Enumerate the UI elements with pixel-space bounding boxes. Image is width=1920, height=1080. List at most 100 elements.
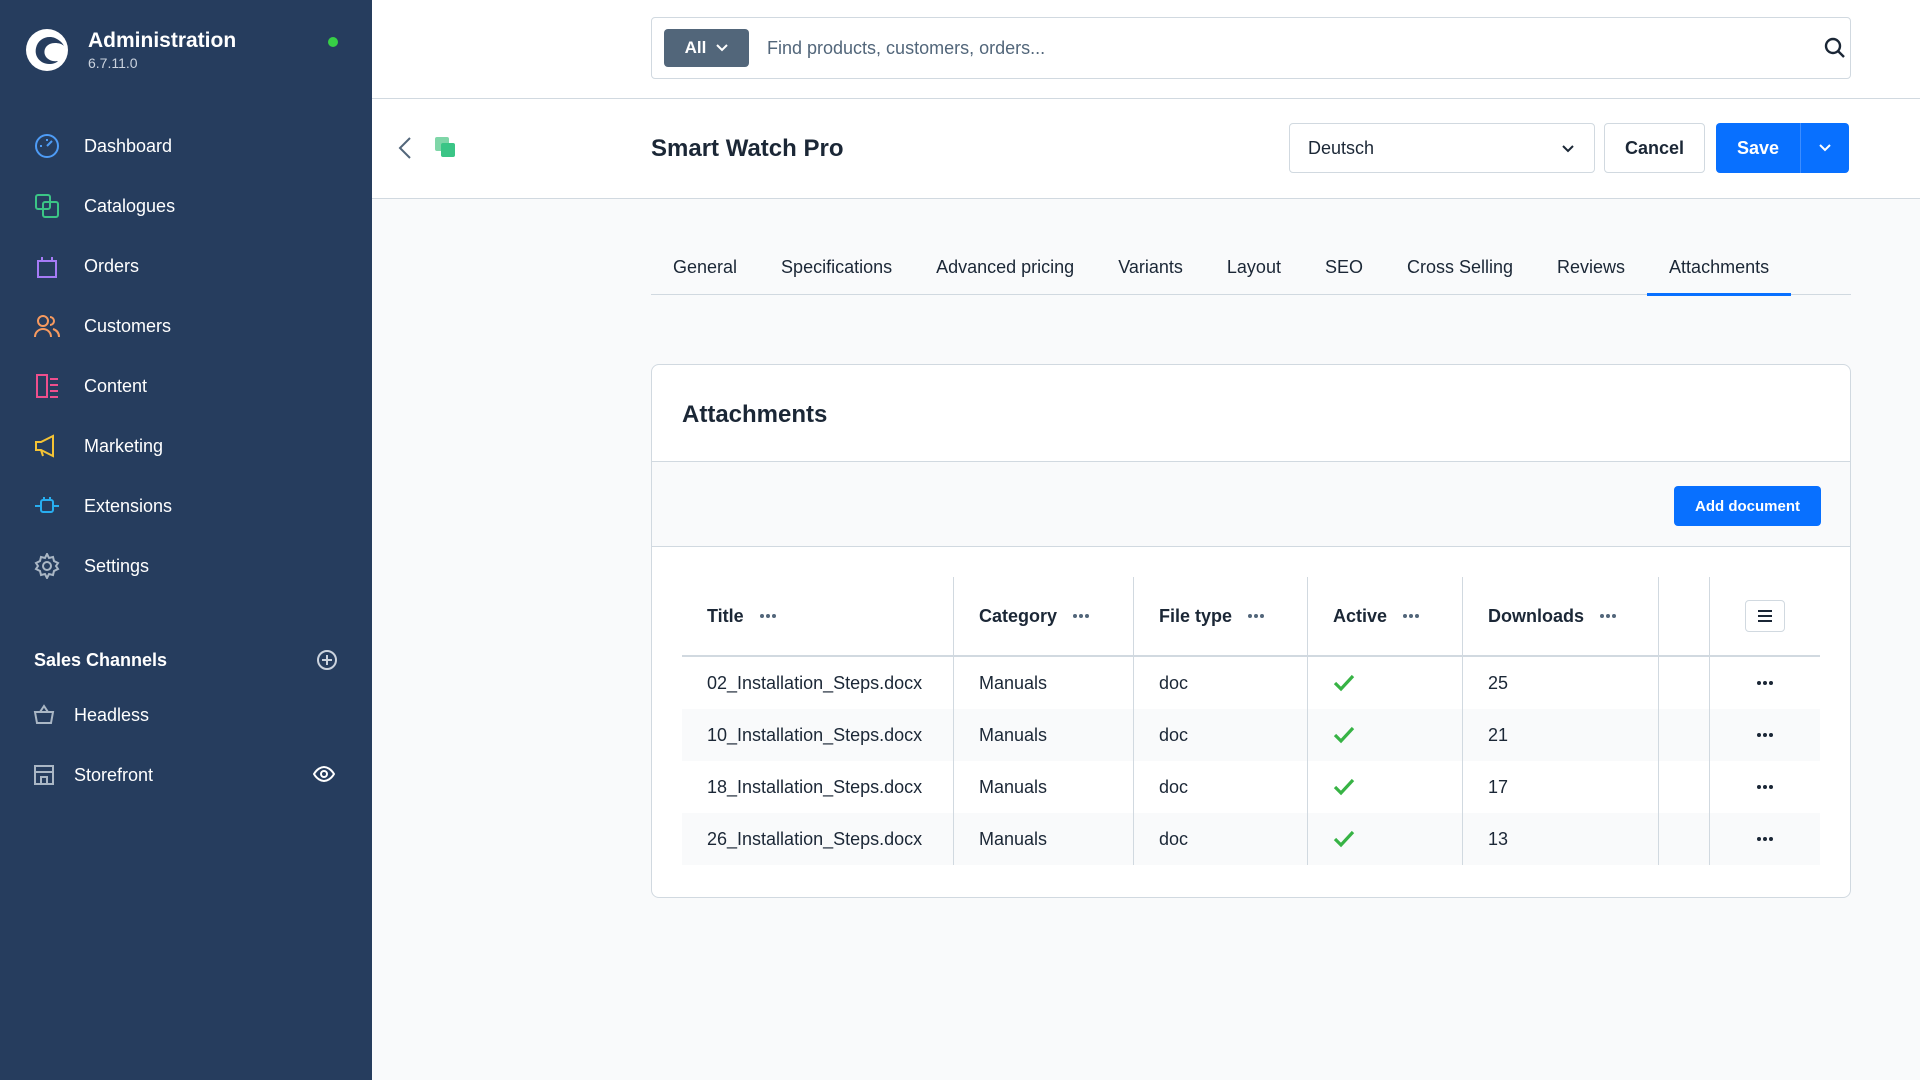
grid-settings-button[interactable] (1745, 600, 1785, 632)
cell-title: 10_Installation_Steps.docx (682, 709, 954, 761)
column-settings (1710, 577, 1820, 655)
search-input[interactable] (767, 30, 1767, 66)
more-horizontal-icon[interactable] (1757, 733, 1773, 737)
list-icon (1758, 610, 1772, 622)
sales-channel-storefront[interactable]: Storefront (0, 745, 372, 805)
cell-downloads: 21 (1463, 709, 1659, 761)
cell-active (1308, 761, 1463, 813)
card-toolbar: Add document (652, 461, 1850, 547)
tab-seo[interactable]: SEO (1303, 252, 1385, 295)
cell-category: Manuals (954, 657, 1134, 709)
table-row[interactable]: 02_Installation_Steps.docx Manuals doc 2… (682, 657, 1820, 709)
catalogue-icon (33, 192, 61, 220)
save-button[interactable]: Save (1716, 123, 1800, 173)
card-title: Attachments (682, 401, 828, 428)
nav-label: Customers (84, 315, 172, 336)
language-select[interactable]: Deutsch (1289, 123, 1595, 173)
nav-label: Catalogues (84, 195, 176, 216)
more-horizontal-icon[interactable] (1248, 614, 1265, 618)
chevron-left-icon[interactable] (398, 136, 412, 160)
more-horizontal-icon[interactable] (759, 614, 776, 618)
nav-item-extensions[interactable]: Extensions (0, 476, 372, 536)
tab-reviews[interactable]: Reviews (1535, 252, 1647, 295)
tab-specifications[interactable]: Specifications (759, 252, 914, 295)
cancel-button[interactable]: Cancel (1604, 123, 1705, 173)
search-type-label: All (684, 38, 707, 57)
checkmark-icon (1333, 726, 1355, 744)
more-horizontal-icon[interactable] (1757, 837, 1773, 841)
add-circle-icon[interactable] (316, 649, 338, 671)
more-horizontal-icon[interactable] (1757, 681, 1773, 685)
app-title: Administration (88, 29, 237, 52)
cell-spacer (1659, 761, 1710, 813)
tab-layout[interactable]: Layout (1205, 252, 1303, 295)
add-document-button[interactable]: Add document (1674, 486, 1821, 526)
storefront-icon (34, 765, 54, 785)
table-row[interactable]: 26_Installation_Steps.docx Manuals doc 1… (682, 813, 1820, 865)
attachments-table: Title Category File type Active Download… (682, 577, 1820, 865)
cell-title: 02_Installation_Steps.docx (682, 657, 954, 709)
nav-item-customers[interactable]: Customers (0, 296, 372, 356)
cell-title: 18_Installation_Steps.docx (682, 761, 954, 813)
nav-item-settings[interactable]: Settings (0, 536, 372, 596)
cell-active (1308, 813, 1463, 865)
cell-file-type: doc (1134, 657, 1308, 709)
sales-channel-headless[interactable]: Headless (0, 685, 372, 745)
megaphone-icon (33, 432, 61, 460)
app-version: 6.7.11.0 (88, 55, 138, 71)
row-actions[interactable] (1710, 761, 1820, 813)
gear-icon (33, 552, 61, 580)
cell-downloads: 17 (1463, 761, 1659, 813)
table-row[interactable]: 10_Installation_Steps.docx Manuals doc 2… (682, 709, 1820, 761)
page-title: Smart Watch Pro (651, 135, 844, 162)
row-actions[interactable] (1710, 709, 1820, 761)
status-online-indicator (328, 37, 338, 47)
column-header-active[interactable]: Active (1308, 577, 1463, 655)
brand[interactable]: Administration 6.7.11.0 (25, 27, 236, 73)
save-options-button[interactable] (1800, 123, 1849, 173)
more-horizontal-icon[interactable] (1073, 614, 1090, 618)
tab-variants[interactable]: Variants (1096, 252, 1205, 295)
tab-attachments[interactable]: Attachments (1647, 252, 1792, 296)
column-header-downloads[interactable]: Downloads (1463, 577, 1659, 655)
nav-item-dashboard[interactable]: Dashboard (0, 116, 372, 176)
cell-category: Manuals (954, 813, 1134, 865)
cell-spacer (1659, 813, 1710, 865)
column-header-file-type[interactable]: File type (1134, 577, 1308, 655)
column-header-category[interactable]: Category (954, 577, 1134, 655)
basket-icon (33, 704, 55, 724)
page-header: Smart Watch Pro Deutsch Cancel Save (372, 99, 1920, 199)
more-horizontal-icon[interactable] (1403, 614, 1420, 618)
global-search: All (651, 17, 1851, 79)
attachments-card: Attachments Add document Title Category … (651, 364, 1851, 898)
channel-label: Headless (74, 704, 150, 725)
row-actions[interactable] (1710, 813, 1820, 865)
more-horizontal-icon[interactable] (1757, 785, 1773, 789)
eye-icon[interactable] (313, 765, 335, 783)
chevron-down-icon (1819, 144, 1831, 152)
nav-item-marketing[interactable]: Marketing (0, 416, 372, 476)
column-label: Category (979, 605, 1058, 626)
nav-item-orders[interactable]: Orders (0, 236, 372, 296)
nav-item-catalogues[interactable]: Catalogues (0, 176, 372, 236)
search-type-dropdown[interactable]: All (664, 29, 749, 67)
sales-channels-title: Sales Channels (34, 649, 168, 670)
row-actions[interactable] (1710, 657, 1820, 709)
cell-file-type: doc (1134, 813, 1308, 865)
checkmark-icon (1333, 830, 1355, 848)
cell-file-type: doc (1134, 761, 1308, 813)
tab-advanced-pricing[interactable]: Advanced pricing (914, 252, 1096, 295)
topbar: All (372, 0, 1920, 99)
more-horizontal-icon[interactable] (1600, 614, 1617, 618)
column-spacer (1659, 577, 1710, 655)
table-row[interactable]: 18_Installation_Steps.docx Manuals doc 1… (682, 761, 1820, 813)
chevron-down-icon (716, 44, 729, 52)
tab-general[interactable]: General (651, 252, 759, 295)
nav-label: Settings (84, 555, 150, 576)
language-select-value: Deutsch (1308, 137, 1375, 158)
nav-item-content[interactable]: Content (0, 356, 372, 416)
column-header-title[interactable]: Title (682, 577, 954, 655)
tab-cross-selling[interactable]: Cross Selling (1385, 252, 1535, 295)
column-label: File type (1159, 605, 1233, 626)
search-icon[interactable] (1824, 37, 1846, 59)
